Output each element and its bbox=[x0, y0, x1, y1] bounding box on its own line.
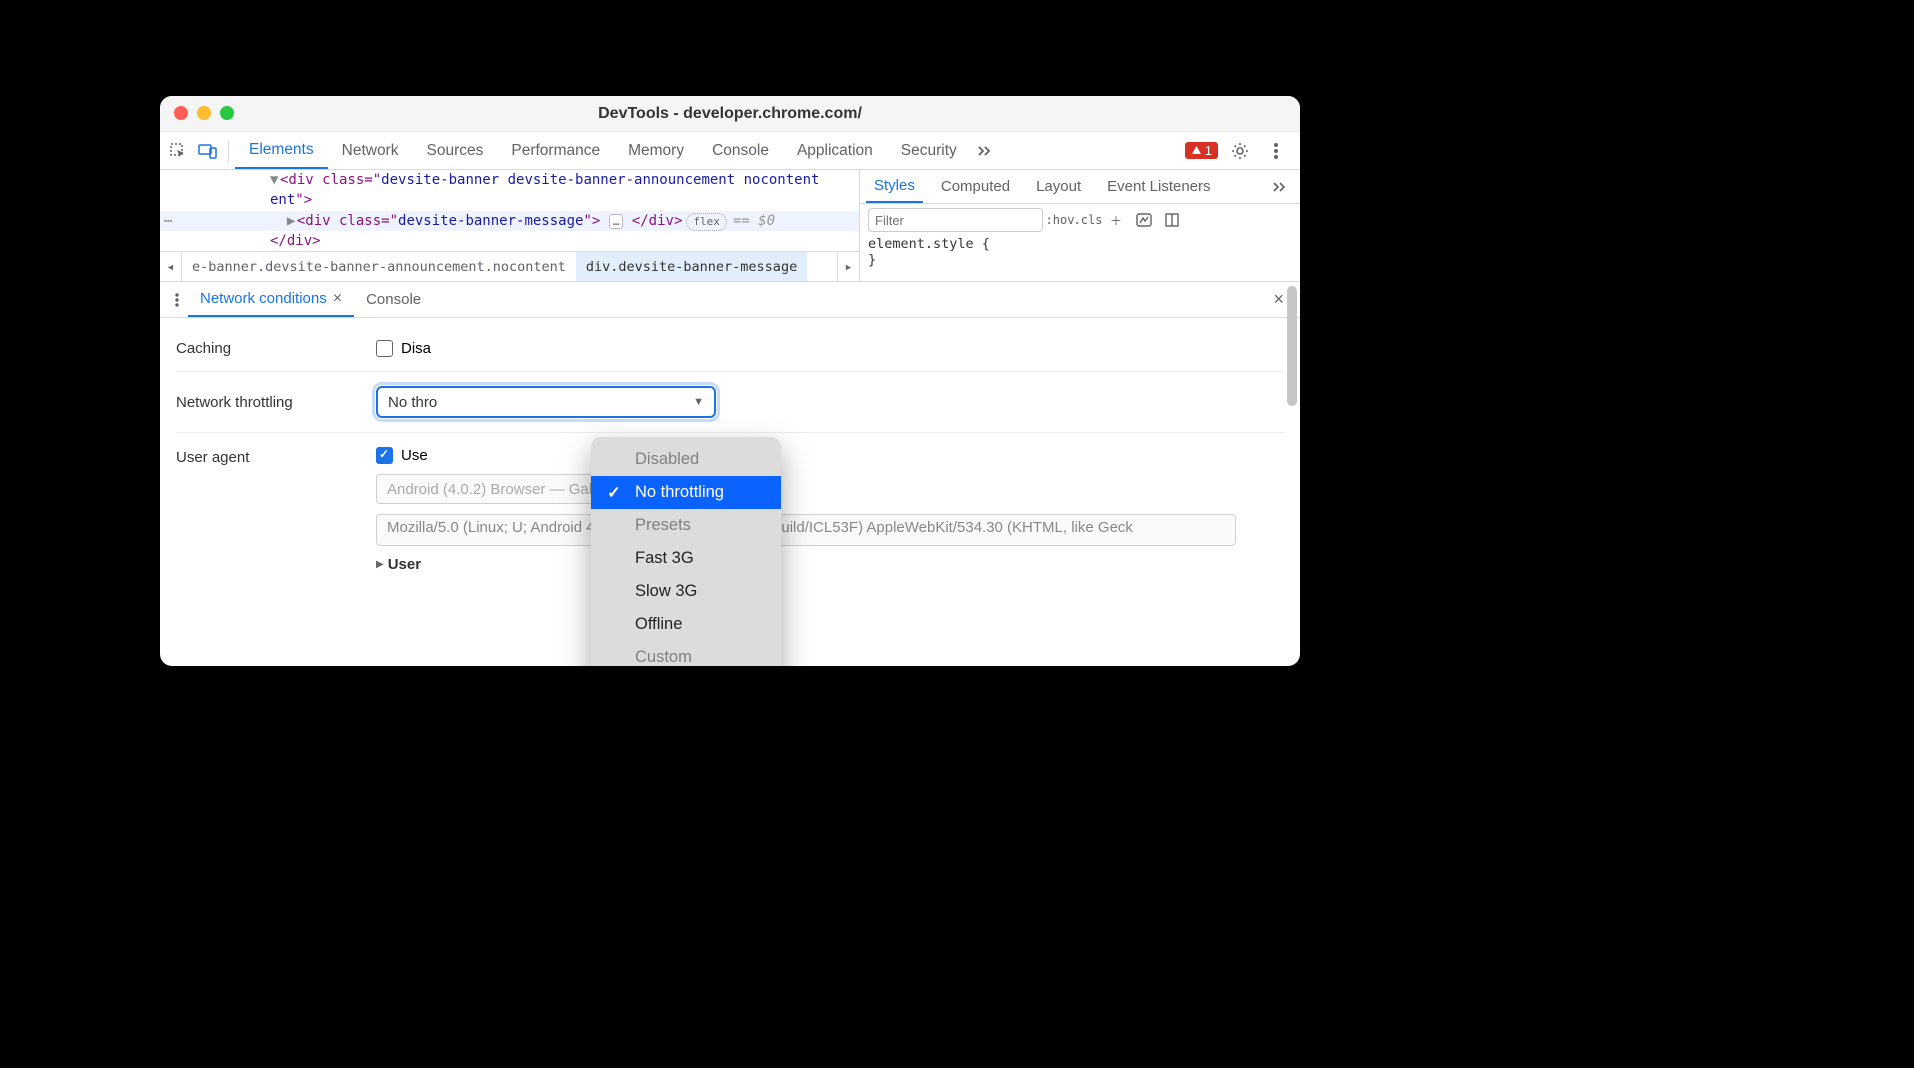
tab-console[interactable]: Console bbox=[698, 132, 783, 169]
hov-toggle[interactable]: :hov bbox=[1049, 209, 1071, 231]
device-toggle-icon[interactable] bbox=[194, 137, 222, 165]
ua-string-input[interactable]: Mozilla/5.0 (Linux; U; Android 4.0.2; en… bbox=[376, 514, 1236, 546]
dom-tree[interactable]: … ▼<div class="devsite-banner devsite-ba… bbox=[160, 170, 860, 281]
tab-performance[interactable]: Performance bbox=[497, 132, 614, 169]
tab-elements[interactable]: Elements bbox=[235, 132, 328, 169]
error-badge[interactable]: 1 bbox=[1185, 142, 1218, 159]
dd-custom-header: Custom bbox=[591, 641, 781, 666]
layout-toggle-icon[interactable] bbox=[1161, 209, 1183, 231]
minimize-icon[interactable] bbox=[197, 106, 211, 120]
toolbar-right: 1 bbox=[1185, 137, 1296, 165]
breadcrumb: ◂ e-banner.devsite-banner-announcement.n… bbox=[160, 251, 859, 281]
kebab-icon[interactable] bbox=[1262, 137, 1290, 165]
throttling-dropdown: Disabled No throttling Presets Fast 3G S… bbox=[591, 437, 781, 666]
stab-layout[interactable]: Layout bbox=[1028, 170, 1089, 203]
tab-security[interactable]: Security bbox=[887, 132, 971, 169]
dd-fast-3g[interactable]: Fast 3G bbox=[591, 542, 781, 575]
flex-badge[interactable]: flex bbox=[686, 213, 727, 231]
divider bbox=[228, 140, 229, 162]
inspect-icon[interactable] bbox=[164, 137, 192, 165]
tab-sources[interactable]: Sources bbox=[412, 132, 497, 169]
dd-offline[interactable]: Offline bbox=[591, 608, 781, 641]
breadcrumb-seg-current[interactable]: div.devsite-banner-message bbox=[576, 252, 807, 281]
dd-presets-header: Presets bbox=[591, 509, 781, 542]
window-title: DevTools - developer.chrome.com/ bbox=[598, 105, 862, 123]
breadcrumb-right-icon[interactable]: ▸ bbox=[837, 252, 859, 281]
stab-event-listeners[interactable]: Event Listeners bbox=[1099, 170, 1218, 203]
disable-cache-checkbox[interactable] bbox=[376, 340, 393, 357]
computed-toggle-icon[interactable] bbox=[1133, 209, 1155, 231]
ellipsis-icon[interactable]: … bbox=[609, 214, 624, 229]
drawer-tab-console[interactable]: Console bbox=[354, 282, 433, 317]
drawer-tabs: Network conditions × Console × bbox=[160, 282, 1300, 318]
settings-icon[interactable] bbox=[1226, 137, 1254, 165]
throttling-select[interactable]: No thro ▼ bbox=[376, 386, 716, 418]
styles-filter-input[interactable] bbox=[868, 208, 1043, 232]
ua-default-text: Use bbox=[401, 447, 428, 464]
main-toolbar: Elements Network Sources Performance Mem… bbox=[160, 132, 1300, 170]
gutter-overflow-icon: … bbox=[164, 210, 173, 226]
ua-default-checkbox[interactable] bbox=[376, 447, 393, 464]
disclosure-triangle-icon[interactable]: ▶ bbox=[376, 559, 384, 570]
close-tab-icon[interactable]: × bbox=[333, 290, 342, 308]
cls-toggle[interactable]: .cls bbox=[1077, 209, 1099, 231]
dd-disabled-header: Disabled bbox=[591, 443, 781, 476]
styles-tabs: Styles Computed Layout Event Listeners bbox=[860, 170, 1300, 204]
client-hints-label[interactable]: User bbox=[388, 556, 421, 573]
styles-more-icon[interactable] bbox=[1266, 173, 1294, 201]
stab-styles[interactable]: Styles bbox=[866, 170, 923, 203]
user-agent-label: User agent bbox=[176, 447, 376, 466]
dd-slow-3g[interactable]: Slow 3G bbox=[591, 575, 781, 608]
more-tabs-icon[interactable] bbox=[971, 137, 999, 165]
panel-tabs: Elements Network Sources Performance Mem… bbox=[235, 132, 999, 169]
stab-computed[interactable]: Computed bbox=[933, 170, 1018, 203]
tab-application[interactable]: Application bbox=[783, 132, 887, 169]
style-rule[interactable]: element.style { } bbox=[868, 236, 1292, 268]
devtools-window: DevTools - developer.chrome.com/ Element… bbox=[160, 96, 1300, 666]
error-count: 1 bbox=[1205, 143, 1212, 158]
breadcrumb-left-icon[interactable]: ◂ bbox=[160, 252, 182, 281]
close-icon[interactable] bbox=[174, 106, 188, 120]
tab-network[interactable]: Network bbox=[328, 132, 413, 169]
titlebar: DevTools - developer.chrome.com/ bbox=[160, 96, 1300, 132]
breadcrumb-seg-parent[interactable]: e-banner.devsite-banner-announcement.noc… bbox=[182, 252, 576, 281]
disable-cache-text: Disa bbox=[401, 340, 431, 357]
caching-label: Caching bbox=[176, 340, 376, 357]
dd-no-throttling[interactable]: No throttling bbox=[591, 476, 781, 509]
tab-memory[interactable]: Memory bbox=[614, 132, 698, 169]
throttling-label: Network throttling bbox=[176, 394, 376, 411]
window-controls bbox=[174, 106, 234, 120]
chevron-down-icon: ▼ bbox=[693, 396, 704, 408]
maximize-icon[interactable] bbox=[220, 106, 234, 120]
scrollbar[interactable] bbox=[1287, 286, 1297, 406]
drawer-tab-network-conditions[interactable]: Network conditions × bbox=[188, 282, 354, 317]
drawer-kebab-icon[interactable] bbox=[166, 293, 188, 307]
selected-node[interactable]: ▶<div class="devsite-banner-message"> … … bbox=[160, 211, 859, 231]
new-rule-icon[interactable]: ＋ bbox=[1105, 209, 1127, 231]
elements-area: … ▼<div class="devsite-banner devsite-ba… bbox=[160, 170, 1300, 282]
styles-pane: Styles Computed Layout Event Listeners :… bbox=[860, 170, 1300, 281]
